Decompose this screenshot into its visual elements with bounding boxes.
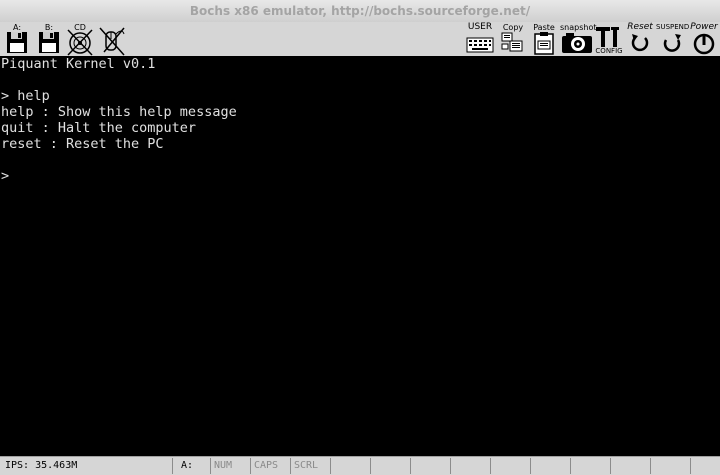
num-lock-indicator: NUM xyxy=(210,458,250,474)
console-line: reset : Reset the PC xyxy=(1,136,164,152)
title-bar: Bochs x86 emulator, http://bochs.sourcef… xyxy=(0,0,720,23)
status-cell xyxy=(370,458,410,474)
status-cell xyxy=(450,458,490,474)
status-cell xyxy=(650,458,690,474)
console-line: Piquant Kernel v0.1 xyxy=(1,56,156,72)
drive-indicator: A: xyxy=(172,458,210,474)
window-title: Bochs x86 emulator, http://bochs.sourcef… xyxy=(189,4,531,18)
status-cell xyxy=(530,458,570,474)
cdrom-icon xyxy=(67,29,93,56)
suspend-icon xyxy=(663,34,681,52)
floppy-b-button[interactable]: B: xyxy=(36,22,62,56)
reset-icon xyxy=(631,34,649,52)
toolbar: A: B: CD USER Copy Paste snapshot CONFIG… xyxy=(0,22,720,56)
config-label: CONFIG xyxy=(595,47,623,55)
clipboard-icon xyxy=(534,32,554,55)
console-line: help : Show this help message xyxy=(1,104,237,120)
floppy-icon xyxy=(7,32,27,53)
reset-button[interactable]: Reset xyxy=(624,22,656,56)
user-button[interactable]: USER xyxy=(464,22,496,56)
ips-readout: IPS: 35.463M xyxy=(5,460,78,471)
suspend-button[interactable]: SUSPEND xyxy=(656,22,689,56)
console-prompt: > xyxy=(1,168,10,184)
mouse-icon xyxy=(99,27,125,56)
console-line: > help xyxy=(1,88,50,104)
status-cell xyxy=(330,458,370,474)
caps-lock-indicator: CAPS xyxy=(250,458,290,474)
copy-button[interactable]: Copy xyxy=(500,22,526,56)
camera-icon xyxy=(562,33,592,53)
scroll-lock-indicator: SCRL xyxy=(290,458,330,474)
keyboard-icon xyxy=(466,37,494,53)
power-button[interactable]: Power xyxy=(688,22,720,56)
status-cell xyxy=(490,458,530,474)
paste-button[interactable]: Paste xyxy=(530,22,558,56)
power-icon xyxy=(693,33,715,55)
status-cell xyxy=(570,458,610,474)
console-line: quit : Halt the computer xyxy=(1,120,197,136)
cdrom-button[interactable]: CD xyxy=(66,22,94,56)
copy-icon xyxy=(501,32,523,52)
snapshot-button[interactable]: snapshot xyxy=(560,22,597,56)
floppy-icon xyxy=(39,32,59,53)
status-bar: IPS: 35.463M A: NUM CAPS SCRL xyxy=(0,456,720,475)
emulator-screen[interactable]: Piquant Kernel v0.1 > help help : Show t… xyxy=(0,56,720,456)
status-cell xyxy=(690,458,720,474)
status-cell xyxy=(610,458,650,474)
config-button[interactable]: CONFIG xyxy=(594,22,624,56)
mouse-button[interactable] xyxy=(98,22,126,56)
status-cell xyxy=(410,458,450,474)
floppy-a-button[interactable]: A: xyxy=(4,22,30,56)
